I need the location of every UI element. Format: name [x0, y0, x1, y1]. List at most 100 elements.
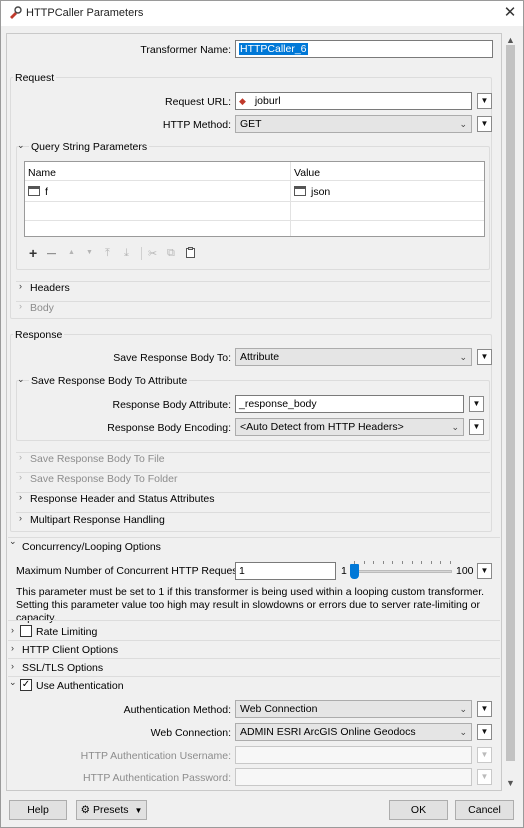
- menu-arrow-icon: ▼: [480, 566, 489, 575]
- auth-method-menu-button[interactable]: ▼: [477, 701, 492, 717]
- chevron-down-icon: ⌄: [459, 119, 467, 129]
- divider: [8, 658, 500, 659]
- web-connection-value: ADMIN ESRI ArcGIS Online Geodocs: [240, 726, 416, 738]
- save-to-file-group[interactable]: Save Response Body To File: [30, 453, 165, 465]
- transformer-name-input[interactable]: HTTPCaller_6: [235, 40, 493, 58]
- menu-arrow-icon: ▼: [480, 704, 489, 713]
- use-authentication-label[interactable]: Use Authentication: [36, 680, 124, 692]
- auth-password-menu-button[interactable]: ▼: [477, 769, 492, 785]
- param-name-cell[interactable]: f: [45, 186, 48, 198]
- collapsed-icon[interactable]: ›: [19, 452, 22, 462]
- query-string-title[interactable]: Query String Parameters: [29, 141, 150, 153]
- http-method-label: HTTP Method:: [162, 119, 231, 131]
- response-encoding-value: <Auto Detect from HTTP Headers>: [240, 421, 404, 433]
- table-row-value[interactable]: json: [291, 181, 484, 201]
- max-requests-menu-button[interactable]: ▼: [477, 563, 492, 579]
- chevron-down-icon: ⌄: [459, 352, 467, 362]
- menu-arrow-icon: ▼: [480, 119, 489, 128]
- use-authentication-checkbox[interactable]: ✓: [20, 679, 32, 691]
- max-requests-input[interactable]: 1: [235, 562, 336, 580]
- param-value-cell[interactable]: json: [311, 186, 330, 198]
- paste-icon[interactable]: [186, 247, 195, 260]
- multipart-group[interactable]: Multipart Response Handling: [30, 514, 165, 526]
- rate-limiting-label[interactable]: Rate Limiting: [36, 626, 97, 638]
- http-method-menu-button[interactable]: ▼: [477, 116, 492, 132]
- checkmark-icon: ✓: [21, 679, 31, 690]
- web-connection-menu-button[interactable]: ▼: [477, 724, 492, 740]
- move-bottom-icon[interactable]: ⤓: [124, 247, 129, 260]
- slider-tick: [392, 561, 394, 564]
- attribute-icon: ◆: [239, 96, 246, 106]
- collapsed-icon[interactable]: ›: [11, 625, 14, 635]
- table-row[interactable]: f: [25, 181, 289, 201]
- http-method-select[interactable]: GET ⌄: [235, 115, 472, 133]
- slider-tick: [363, 561, 365, 564]
- ssl-group[interactable]: SSL/TLS Options: [22, 662, 103, 674]
- name-column-header: Name: [28, 167, 57, 179]
- web-connection-select[interactable]: ADMIN ESRI ArcGIS Online Geodocs ⌄: [235, 723, 472, 741]
- http-client-group[interactable]: HTTP Client Options: [22, 644, 118, 656]
- collapsed-icon[interactable]: ›: [19, 472, 22, 482]
- body-group[interactable]: Body: [30, 302, 54, 314]
- text-value-icon: [294, 186, 306, 196]
- auth-username-menu-button[interactable]: ▼: [477, 747, 492, 763]
- move-top-icon[interactable]: ⤒: [105, 247, 110, 260]
- expanded-icon[interactable]: ⌄: [17, 374, 25, 385]
- collapsed-icon[interactable]: ›: [19, 492, 22, 502]
- row-divider: [25, 201, 484, 202]
- window-title: HTTPCaller Parameters: [26, 7, 144, 19]
- scroll-down-icon[interactable]: ▼: [503, 776, 518, 791]
- auth-username-input[interactable]: [235, 746, 472, 764]
- slider-thumb[interactable]: [350, 564, 359, 579]
- auth-method-value: Web Connection: [240, 703, 318, 715]
- save-to-folder-group[interactable]: Save Response Body To Folder: [30, 473, 177, 485]
- menu-arrow-icon: ▼: [480, 750, 489, 759]
- move-up-icon[interactable]: ▲: [68, 249, 75, 256]
- expanded-icon[interactable]: ⌄: [9, 536, 17, 547]
- collapsed-icon[interactable]: ›: [11, 643, 14, 653]
- header-status-group[interactable]: Response Header and Status Attributes: [30, 493, 214, 505]
- auth-username-label: HTTP Authentication Username:: [80, 750, 231, 762]
- response-encoding-menu-button[interactable]: ▼: [469, 419, 484, 435]
- presets-label: Presets: [92, 804, 129, 816]
- cancel-button[interactable]: Cancel: [455, 800, 514, 820]
- collapsed-icon[interactable]: ›: [19, 513, 22, 523]
- max-requests-value: 1: [239, 565, 245, 577]
- ok-button[interactable]: OK: [389, 800, 448, 820]
- add-row-icon[interactable]: +: [29, 246, 37, 260]
- close-icon[interactable]: ✕: [500, 3, 520, 21]
- cut-icon[interactable]: ✂: [148, 247, 157, 260]
- http-method-value: GET: [240, 118, 262, 130]
- help-button[interactable]: Help: [9, 800, 67, 820]
- save-to-attribute-title[interactable]: Save Response Body To Attribute: [29, 375, 190, 387]
- move-down-icon[interactable]: ▼: [86, 249, 93, 256]
- request-url-input[interactable]: ◆ joburl: [235, 92, 472, 110]
- expanded-icon[interactable]: ⌄: [9, 677, 17, 688]
- presets-button[interactable]: ⚙ Presets ▼: [76, 800, 147, 820]
- expanded-icon[interactable]: ⌄: [17, 140, 25, 151]
- collapsed-icon[interactable]: ›: [19, 281, 22, 291]
- headers-group[interactable]: Headers: [30, 282, 70, 294]
- collapsed-icon[interactable]: ›: [19, 301, 22, 311]
- scrollbar[interactable]: ▲ ▼: [503, 33, 518, 791]
- menu-arrow-icon: ▼: [480, 727, 489, 736]
- auth-password-input[interactable]: [235, 768, 472, 786]
- copy-icon[interactable]: ⧉: [167, 247, 175, 260]
- scroll-thumb[interactable]: [506, 45, 515, 761]
- divider: [8, 676, 500, 677]
- rate-limiting-checkbox[interactable]: [20, 625, 32, 637]
- title-bar: HTTPCaller Parameters ✕: [0, 0, 524, 26]
- collapsed-icon[interactable]: ›: [11, 661, 14, 671]
- max-requests-slider[interactable]: [352, 570, 452, 573]
- response-attribute-input[interactable]: _response_body: [235, 395, 464, 413]
- menu-arrow-icon: ▼: [480, 772, 489, 781]
- concurrency-title[interactable]: Concurrency/Looping Options: [22, 541, 161, 553]
- response-attribute-menu-button[interactable]: ▼: [469, 396, 484, 412]
- response-encoding-select[interactable]: <Auto Detect from HTTP Headers> ⌄: [235, 418, 464, 436]
- save-response-select[interactable]: Attribute ⌄: [235, 348, 472, 366]
- save-response-menu-button[interactable]: ▼: [477, 349, 492, 365]
- auth-method-select[interactable]: Web Connection ⌄: [235, 700, 472, 718]
- request-url-label: Request URL:: [165, 96, 231, 108]
- request-url-menu-button[interactable]: ▼: [477, 93, 492, 109]
- remove-row-icon[interactable]: —: [47, 248, 56, 258]
